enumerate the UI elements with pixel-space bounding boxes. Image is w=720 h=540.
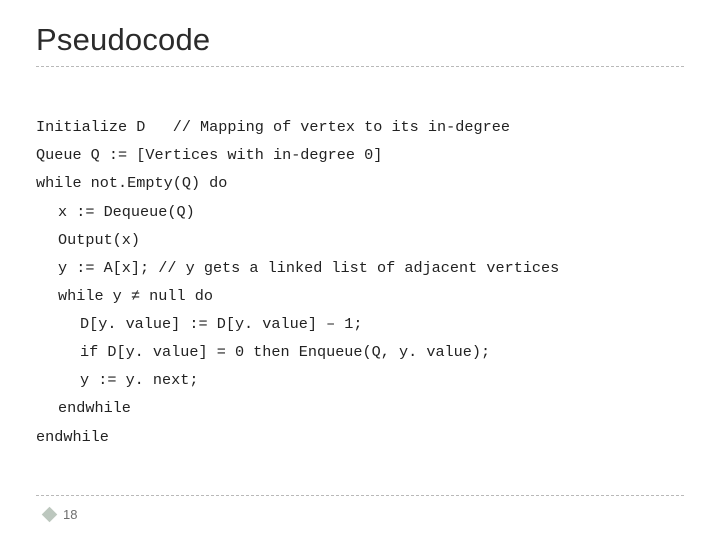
code-line: y := A[x]; // y gets a linked list of ad… [36, 254, 559, 282]
code-line: endwhile [36, 428, 109, 446]
slide-title: Pseudocode [36, 22, 684, 58]
title-divider [36, 66, 684, 67]
code-line: endwhile [36, 394, 131, 422]
code-line: if D[y. value] = 0 then Enqueue(Q, y. va… [36, 338, 490, 366]
code-line: while not.Empty(Q) do [36, 174, 227, 192]
diamond-icon [42, 507, 58, 523]
code-line: y := y. next; [36, 366, 198, 394]
slide: Pseudocode Initialize D // Mapping of ve… [0, 0, 720, 540]
code-line: Output(x) [36, 226, 140, 254]
code-line: D[y. value] := D[y. value] – 1; [36, 310, 363, 338]
code-line: x := Dequeue(Q) [36, 198, 195, 226]
code-line: Initialize D // Mapping of vertex to its… [36, 118, 510, 136]
page-number: 18 [63, 507, 77, 522]
page-number-wrap: 18 [44, 507, 77, 522]
code-line: Queue Q := [Vertices with in-degree 0] [36, 146, 382, 164]
code-line: while y ≠ null do [36, 282, 213, 310]
footer-divider [36, 495, 684, 496]
pseudocode-block: Initialize D // Mapping of vertex to its… [36, 85, 684, 479]
